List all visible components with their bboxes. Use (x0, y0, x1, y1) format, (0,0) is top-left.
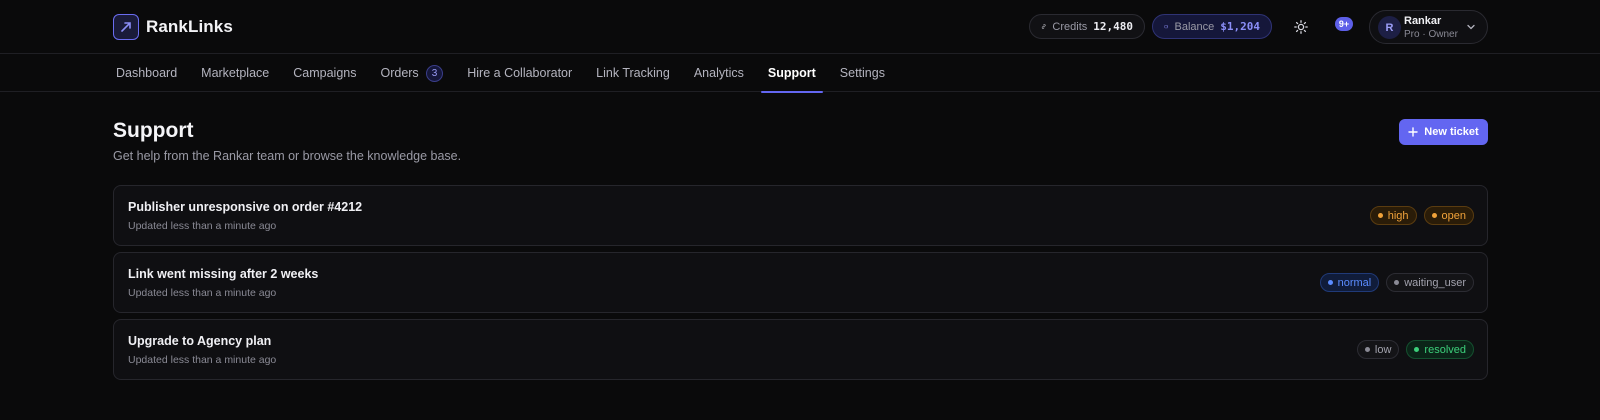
tab-analytics[interactable]: Analytics (682, 54, 756, 92)
tab-label: Hire a Collaborator (467, 66, 573, 80)
user-name: Rankar (1404, 15, 1442, 27)
brand-name: RankLinks (146, 17, 233, 36)
ticket-title: Publisher unresponsive on order #4212 (128, 200, 363, 214)
status-badge: open (1423, 206, 1474, 225)
page-title: Support (113, 119, 194, 142)
ticket-updated: Updated less than a minute ago (128, 354, 277, 366)
user-role: Pro · Owner (1404, 29, 1458, 40)
status-badge: resolved (1406, 340, 1474, 359)
ticket-title: Link went missing after 2 weeks (128, 267, 319, 281)
tab-label: Orders (380, 66, 419, 80)
theme-toggle-button[interactable] (1290, 16, 1312, 38)
status-text: open (1441, 209, 1466, 222)
tab-label: Campaigns (293, 66, 357, 80)
ticket-row[interactable]: Publisher unresponsive on order #4212 Up… (113, 185, 1488, 246)
ticket-updated: Updated less than a minute ago (128, 220, 277, 232)
notifications-button[interactable]: 9+ (1330, 15, 1356, 39)
sun-icon (1294, 20, 1308, 34)
credits-pill[interactable]: Credits 12,480 (1029, 14, 1145, 39)
tab-hire-collaborator[interactable]: Hire a Collaborator (455, 54, 584, 92)
priority-text: high (1387, 209, 1409, 222)
priority-text: low (1374, 343, 1392, 356)
status-dot-icon (1327, 280, 1333, 285)
credits-label: Credits (1052, 20, 1088, 33)
orders-count-badge: 3 (425, 64, 444, 82)
tab-label: Analytics (693, 66, 744, 80)
priority-badge: low (1356, 340, 1400, 359)
new-ticket-label: New ticket (1424, 126, 1479, 138)
tab-label: Support (767, 66, 816, 80)
ticket-title: Upgrade to Agency plan (128, 334, 272, 348)
status-dot-icon (1364, 347, 1370, 352)
notifications-badge: 9+ (1335, 17, 1353, 31)
wallet-icon (1164, 25, 1169, 29)
page-subtitle: Get help from the Rankar team or browse … (113, 149, 462, 163)
status-dot-icon (1377, 213, 1383, 218)
brand-logo-icon (113, 14, 139, 40)
tab-link-tracking[interactable]: Link Tracking (584, 54, 682, 92)
ticket-row[interactable]: Upgrade to Agency plan Updated less than… (113, 319, 1488, 380)
tab-label: Link Tracking (596, 66, 670, 80)
status-dot-icon (1414, 347, 1420, 352)
status-dot-icon (1394, 280, 1400, 285)
priority-badge: high (1369, 206, 1417, 225)
status-dot-icon (1431, 213, 1437, 218)
status-badge: waiting_user (1386, 273, 1474, 292)
ticket-updated: Updated less than a minute ago (128, 287, 277, 299)
tab-label: Marketplace (201, 66, 270, 80)
credits-value: 12,480 (1093, 20, 1133, 33)
tab-dashboard[interactable]: Dashboard (110, 54, 189, 92)
ticket-row[interactable]: Link went missing after 2 weeks Updated … (113, 252, 1488, 313)
user-menu[interactable]: R Rankar Pro · Owner (1369, 10, 1488, 44)
priority-badge: normal (1319, 273, 1380, 292)
tab-label: Dashboard (116, 66, 178, 80)
balance-label: Balance (1174, 20, 1215, 33)
main-nav: Dashboard Marketplace Campaigns Orders 3… (0, 54, 1600, 93)
status-text: resolved (1424, 343, 1466, 356)
top-bar: RankLinks Credits 12,480 Balance $1,204 … (0, 0, 1600, 54)
balance-value: $1,204 (1220, 20, 1260, 33)
avatar: R (1378, 16, 1401, 39)
brand[interactable]: RankLinks (113, 14, 233, 40)
priority-text: normal (1337, 276, 1372, 289)
tab-support[interactable]: Support (756, 54, 828, 93)
new-ticket-button[interactable]: New ticket (1399, 119, 1488, 145)
plus-icon (1408, 127, 1418, 137)
tab-settings[interactable]: Settings (828, 54, 897, 92)
tab-orders[interactable]: Orders 3 (368, 54, 455, 92)
tab-marketplace[interactable]: Marketplace (189, 54, 281, 92)
tab-label: Settings (839, 66, 885, 80)
balance-pill[interactable]: Balance $1,204 (1152, 14, 1272, 39)
tab-campaigns[interactable]: Campaigns (281, 54, 368, 92)
link-icon (1041, 24, 1046, 29)
status-text: waiting_user (1404, 276, 1466, 289)
chevron-down-icon (1467, 24, 1475, 30)
